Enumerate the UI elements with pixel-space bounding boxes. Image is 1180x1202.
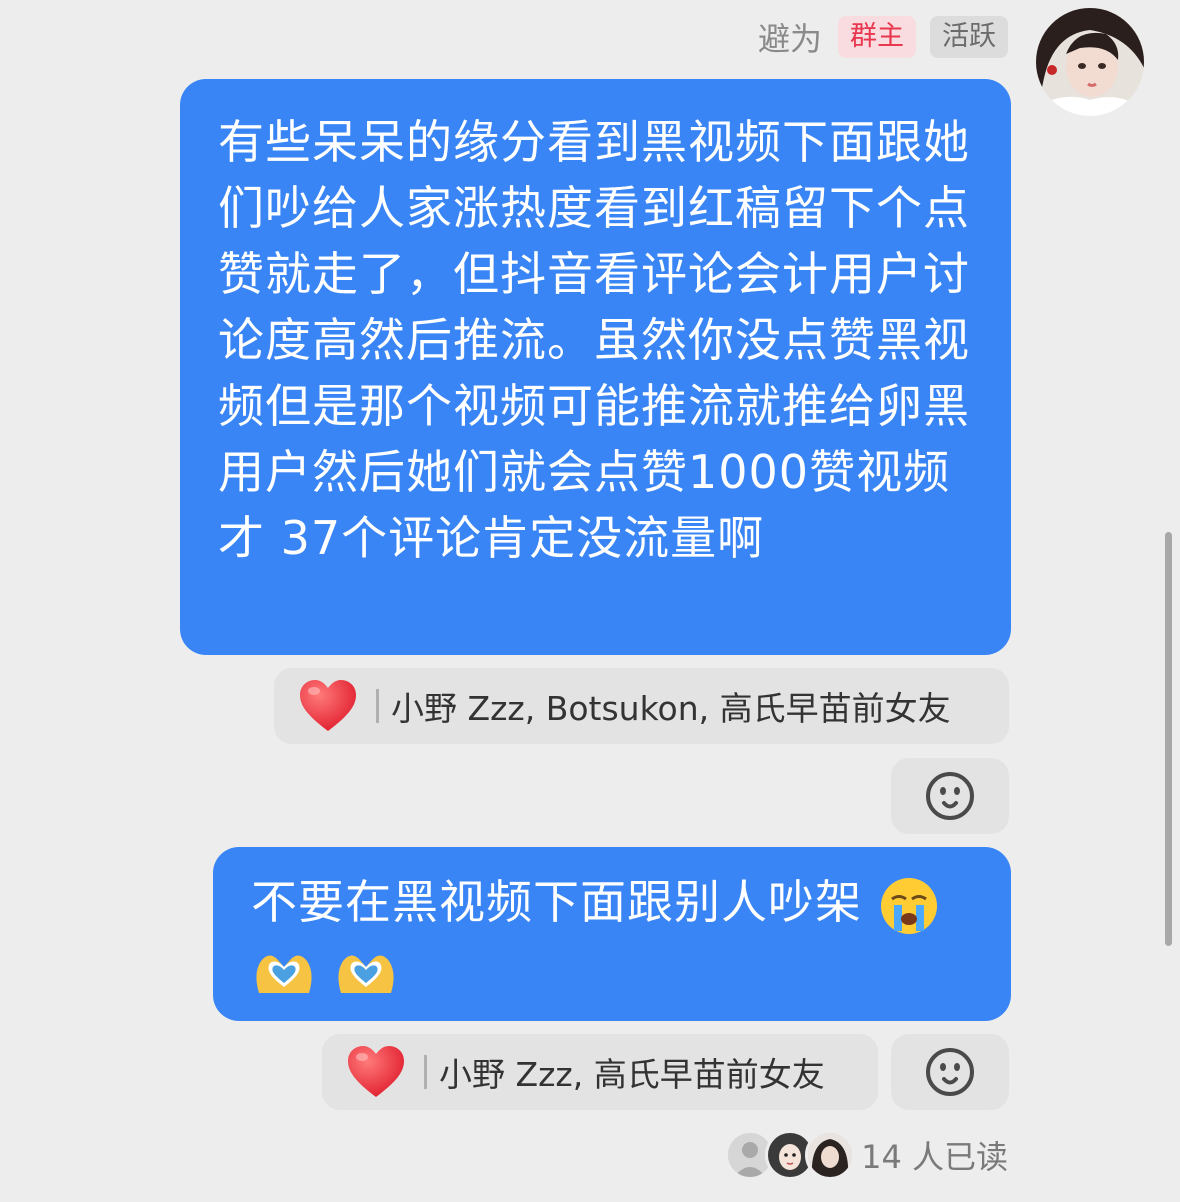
message-bubble[interactable]: 有些呆呆的缘分看到黑视频下面跟她们吵给人家涨热度看到红稿留下个点赞就走了，但抖音… <box>180 79 1011 655</box>
sender-row: 避为 群主 活跃 <box>758 14 1008 60</box>
sender-name[interactable]: 避为 <box>758 14 822 60</box>
add-reaction-button[interactable] <box>891 758 1009 834</box>
smiley-face-icon <box>926 1048 974 1096</box>
active-badge: 活跃 <box>930 16 1008 58</box>
reaction-names: 小野 Zzz, 高氏早苗前女友 <box>439 1055 825 1094</box>
reaction-names: 小野 Zzz, Botsukon, 高氏早苗前女友 <box>391 689 951 728</box>
add-reaction-button[interactable] <box>891 1034 1009 1110</box>
heart-icon <box>300 680 356 731</box>
divider <box>376 689 379 723</box>
heart-icon <box>348 1046 404 1097</box>
heart-hands-icon <box>256 955 312 993</box>
reader-avatars <box>725 1130 856 1180</box>
reaction-bar[interactable]: 小野 Zzz, Botsukon, 高氏早苗前女友 <box>274 668 1009 744</box>
smiley-face-icon <box>926 772 974 820</box>
sender-avatar[interactable] <box>1036 8 1144 116</box>
reader-avatar <box>805 1130 856 1180</box>
divider <box>424 1055 427 1089</box>
read-count: 14 人已读 <box>861 1138 1008 1176</box>
heart-hands-icon <box>338 955 394 993</box>
read-receipt[interactable]: 14 人已读 <box>725 1130 1008 1180</box>
scrollbar[interactable] <box>1165 532 1172 946</box>
message-text: 有些呆呆的缘分看到黑视频下面跟她们吵给人家涨热度看到红稿留下个点赞就走了，但抖音… <box>218 115 970 565</box>
loudly-crying-face-icon <box>880 877 937 934</box>
reaction-bar[interactable]: 小野 Zzz, 高氏早苗前女友 <box>322 1034 878 1110</box>
message-text: 不要在黑视频下面跟别人吵架 <box>251 875 862 929</box>
owner-badge: 群主 <box>838 16 916 58</box>
message-bubble[interactable]: 不要在黑视频下面跟别人吵架 <box>213 847 1011 1021</box>
